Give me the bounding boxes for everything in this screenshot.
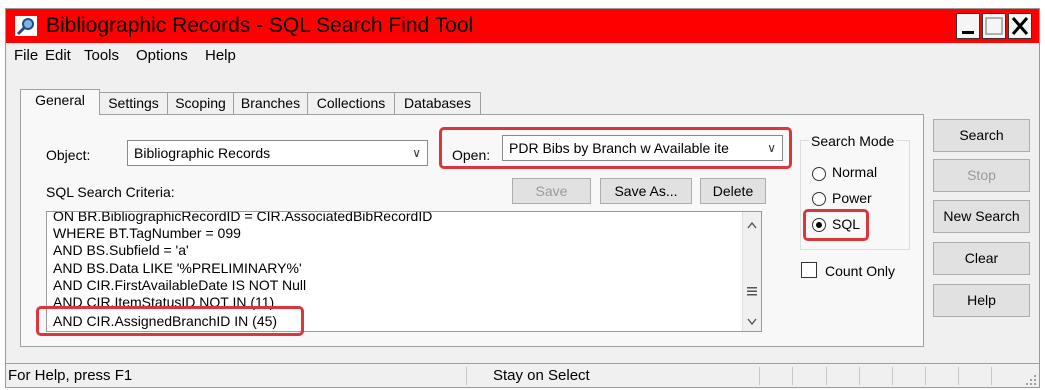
sql-line: AND BS.Subfield = 'a' [53,242,189,258]
window-title: Bibliographic Records - SQL Search Find … [46,14,474,37]
radio-normal-label: Normal [832,164,878,180]
radio-sql[interactable] [812,218,826,232]
menu-options[interactable]: Options [136,47,188,64]
radio-normal[interactable] [812,167,826,181]
status-divider [991,367,992,385]
tab-scoping[interactable]: Scoping [167,92,234,114]
save-as-button[interactable]: Save As... [600,178,692,204]
search-button[interactable]: Search [933,119,1030,152]
search-mode-label: Search Mode [809,133,897,149]
status-divider [958,367,959,385]
tab-databases[interactable]: Databases [394,92,481,114]
radio-sql-label: SQL [832,216,861,232]
save-button[interactable]: Save [512,178,591,204]
close-button[interactable] [1008,13,1032,39]
app-window: Bibliographic Records - SQL Search Find … [5,8,1040,388]
object-select-value: Bibliographic Records [134,145,271,161]
search-tool-icon [15,16,37,36]
help-button[interactable]: Help [933,284,1030,317]
delete-button[interactable]: Delete [700,178,766,204]
count-only-label: Count Only [825,263,896,279]
sql-criteria-label: SQL Search Criteria: [46,184,175,200]
open-select[interactable]: PDR Bibs by Branch w Available ite ∨ [502,135,783,161]
menu-tools[interactable]: Tools [84,47,119,64]
status-divider [466,367,467,385]
tab-branches[interactable]: Branches [233,92,308,114]
open-label: Open: [452,147,491,163]
stop-button[interactable]: Stop [933,159,1030,192]
sql-line: AND CIR.FirstAvailableDate IS NOT Null [53,277,307,293]
radio-power[interactable] [812,192,826,206]
scroll-thumb-grip-icon[interactable] [747,286,757,296]
close-icon [1011,17,1029,35]
status-mode-text: Stay on Select [493,367,590,384]
object-select[interactable]: Bibliographic Records ∨ [127,140,428,166]
status-divider [792,367,793,385]
tab-settings[interactable]: Settings [99,92,168,114]
status-help-text: For Help, press F1 [8,367,133,384]
assigned-branch-highlight [36,306,304,336]
clear-button[interactable]: Clear [933,242,1030,275]
sql-line: AND BS.Data LIKE '%PRELIMINARY%' [53,260,302,276]
resize-grip-icon[interactable] [1025,374,1037,386]
status-divider [759,367,760,385]
sql-scrollbar[interactable] [742,212,761,331]
menu-help[interactable]: Help [205,47,236,64]
new-search-button[interactable]: New Search [933,200,1030,233]
menu-bar: File Edit Tools Options Help [6,43,1039,69]
status-divider [892,367,893,385]
status-divider [925,367,926,385]
menu-edit[interactable]: Edit [45,47,71,64]
minimize-icon [962,31,974,34]
sql-line: ON BR.BibliographicRecordID = CIR.Associ… [53,211,433,224]
tab-collections[interactable]: Collections [307,92,395,114]
open-select-value: PDR Bibs by Branch w Available ite [509,140,729,156]
status-divider [826,367,827,385]
scroll-up-arrow-icon[interactable] [747,221,757,229]
object-label: Object: [46,147,91,163]
chevron-down-icon: ∨ [767,141,776,155]
scroll-down-arrow-icon[interactable] [747,318,757,326]
count-only-checkbox[interactable] [801,262,817,278]
title-bar: Bibliographic Records - SQL Search Find … [6,9,1039,43]
maximize-icon [985,17,1003,35]
menu-file[interactable]: File [14,47,38,64]
status-bar: For Help, press F1 Stay on Select [6,363,1039,387]
tab-general[interactable]: General [20,89,100,115]
radio-power-label: Power [832,190,872,206]
status-divider [859,367,860,385]
sql-line: WHERE BT.TagNumber = 099 [53,225,241,241]
maximize-button[interactable] [982,13,1006,39]
minimize-button[interactable] [956,13,980,39]
chevron-down-icon: ∨ [412,146,421,160]
